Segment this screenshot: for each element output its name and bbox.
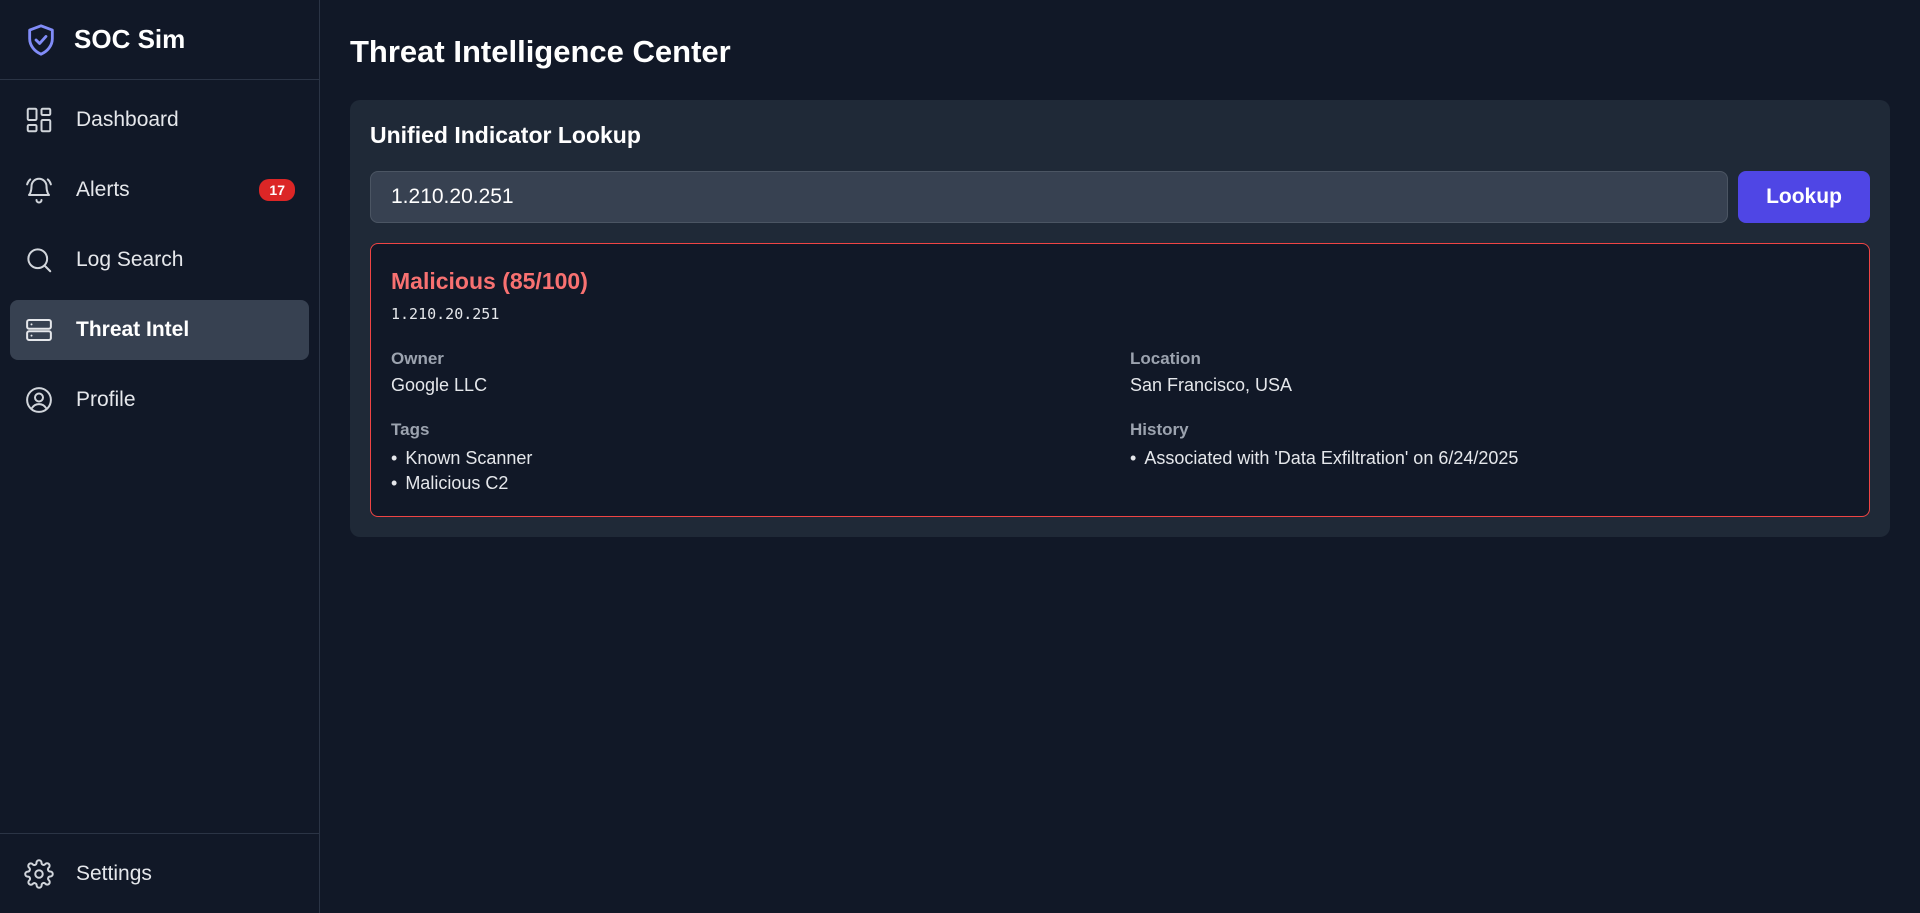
- history-list: Associated with 'Data Exfiltration' on 6…: [1130, 446, 1849, 471]
- history-label: History: [1130, 420, 1189, 439]
- tag-item: Malicious C2: [391, 471, 1130, 496]
- app-root: SOC Sim Dashboard Alerts 17 Log Search T…: [0, 0, 1920, 913]
- sidebar-item-threat-intel[interactable]: Threat Intel: [10, 300, 309, 360]
- shield-check-icon: [28, 23, 54, 56]
- indicator-value: 1.210.20.251: [391, 305, 500, 323]
- bell-icon: [26, 177, 52, 204]
- sidebar: SOC Sim Dashboard Alerts 17 Log Search T…: [0, 0, 320, 913]
- search-icon: [27, 248, 52, 273]
- owner-value: Google LLC: [391, 375, 488, 395]
- lookup-button[interactable]: Lookup: [1738, 171, 1870, 223]
- sidebar-item-label: Dashboard: [76, 108, 179, 131]
- owner-label: Owner: [391, 349, 444, 368]
- panel-title: Unified Indicator Lookup: [370, 122, 641, 148]
- sidebar-item-settings[interactable]: Settings: [0, 833, 319, 913]
- main-content: Threat Intelligence Center Unified Indic…: [320, 0, 1920, 913]
- brand: SOC Sim: [0, 0, 319, 80]
- gear-icon: [24, 858, 54, 889]
- alert-count-badge: 17: [259, 179, 295, 201]
- history-field: History Associated with 'Data Exfiltrati…: [1130, 420, 1849, 496]
- result-details: Owner Google LLC Location San Francisco,…: [391, 349, 1849, 496]
- indicator-lookup-panel: Unified Indicator Lookup Lookup Maliciou…: [350, 100, 1890, 537]
- sidebar-item-log-search[interactable]: Log Search: [10, 230, 309, 290]
- sidebar-item-label: Profile: [76, 388, 136, 411]
- sidebar-item-profile[interactable]: Profile: [10, 370, 309, 430]
- dashboard-icon: [26, 107, 52, 133]
- location-label: Location: [1130, 349, 1201, 368]
- sidebar-item-label: Settings: [76, 861, 152, 885]
- indicator-input[interactable]: [370, 171, 1728, 223]
- sidebar-item-dashboard[interactable]: Dashboard: [10, 90, 309, 150]
- tags-label: Tags: [391, 420, 430, 439]
- user-circle-icon: [26, 387, 52, 413]
- tags-field: Tags Known Scanner Malicious C2: [391, 420, 1130, 496]
- location-field: Location San Francisco, USA: [1130, 349, 1849, 396]
- tag-item: Known Scanner: [391, 446, 1130, 471]
- tags-list: Known Scanner Malicious C2: [391, 446, 1130, 496]
- sidebar-item-label: Threat Intel: [76, 318, 190, 341]
- sidebar-item-label: Log Search: [76, 248, 184, 271]
- search-row: Lookup: [370, 171, 1870, 223]
- verdict-label: Malicious (85/100): [391, 268, 588, 294]
- sidebar-item-alerts[interactable]: Alerts 17: [10, 160, 309, 220]
- sidebar-item-label: Alerts: [76, 178, 130, 201]
- history-item: Associated with 'Data Exfiltration' on 6…: [1130, 446, 1849, 471]
- page-title: Threat Intelligence Center: [350, 34, 731, 69]
- server-icon: [26, 319, 52, 341]
- result-card: Malicious (85/100) 1.210.20.251 Owner Go…: [370, 243, 1870, 517]
- sidebar-nav: Dashboard Alerts 17 Log Search Threat In…: [0, 80, 319, 833]
- brand-name: SOC Sim: [74, 24, 186, 54]
- owner-field: Owner Google LLC: [391, 349, 1130, 396]
- location-value: San Francisco, USA: [1130, 375, 1293, 395]
